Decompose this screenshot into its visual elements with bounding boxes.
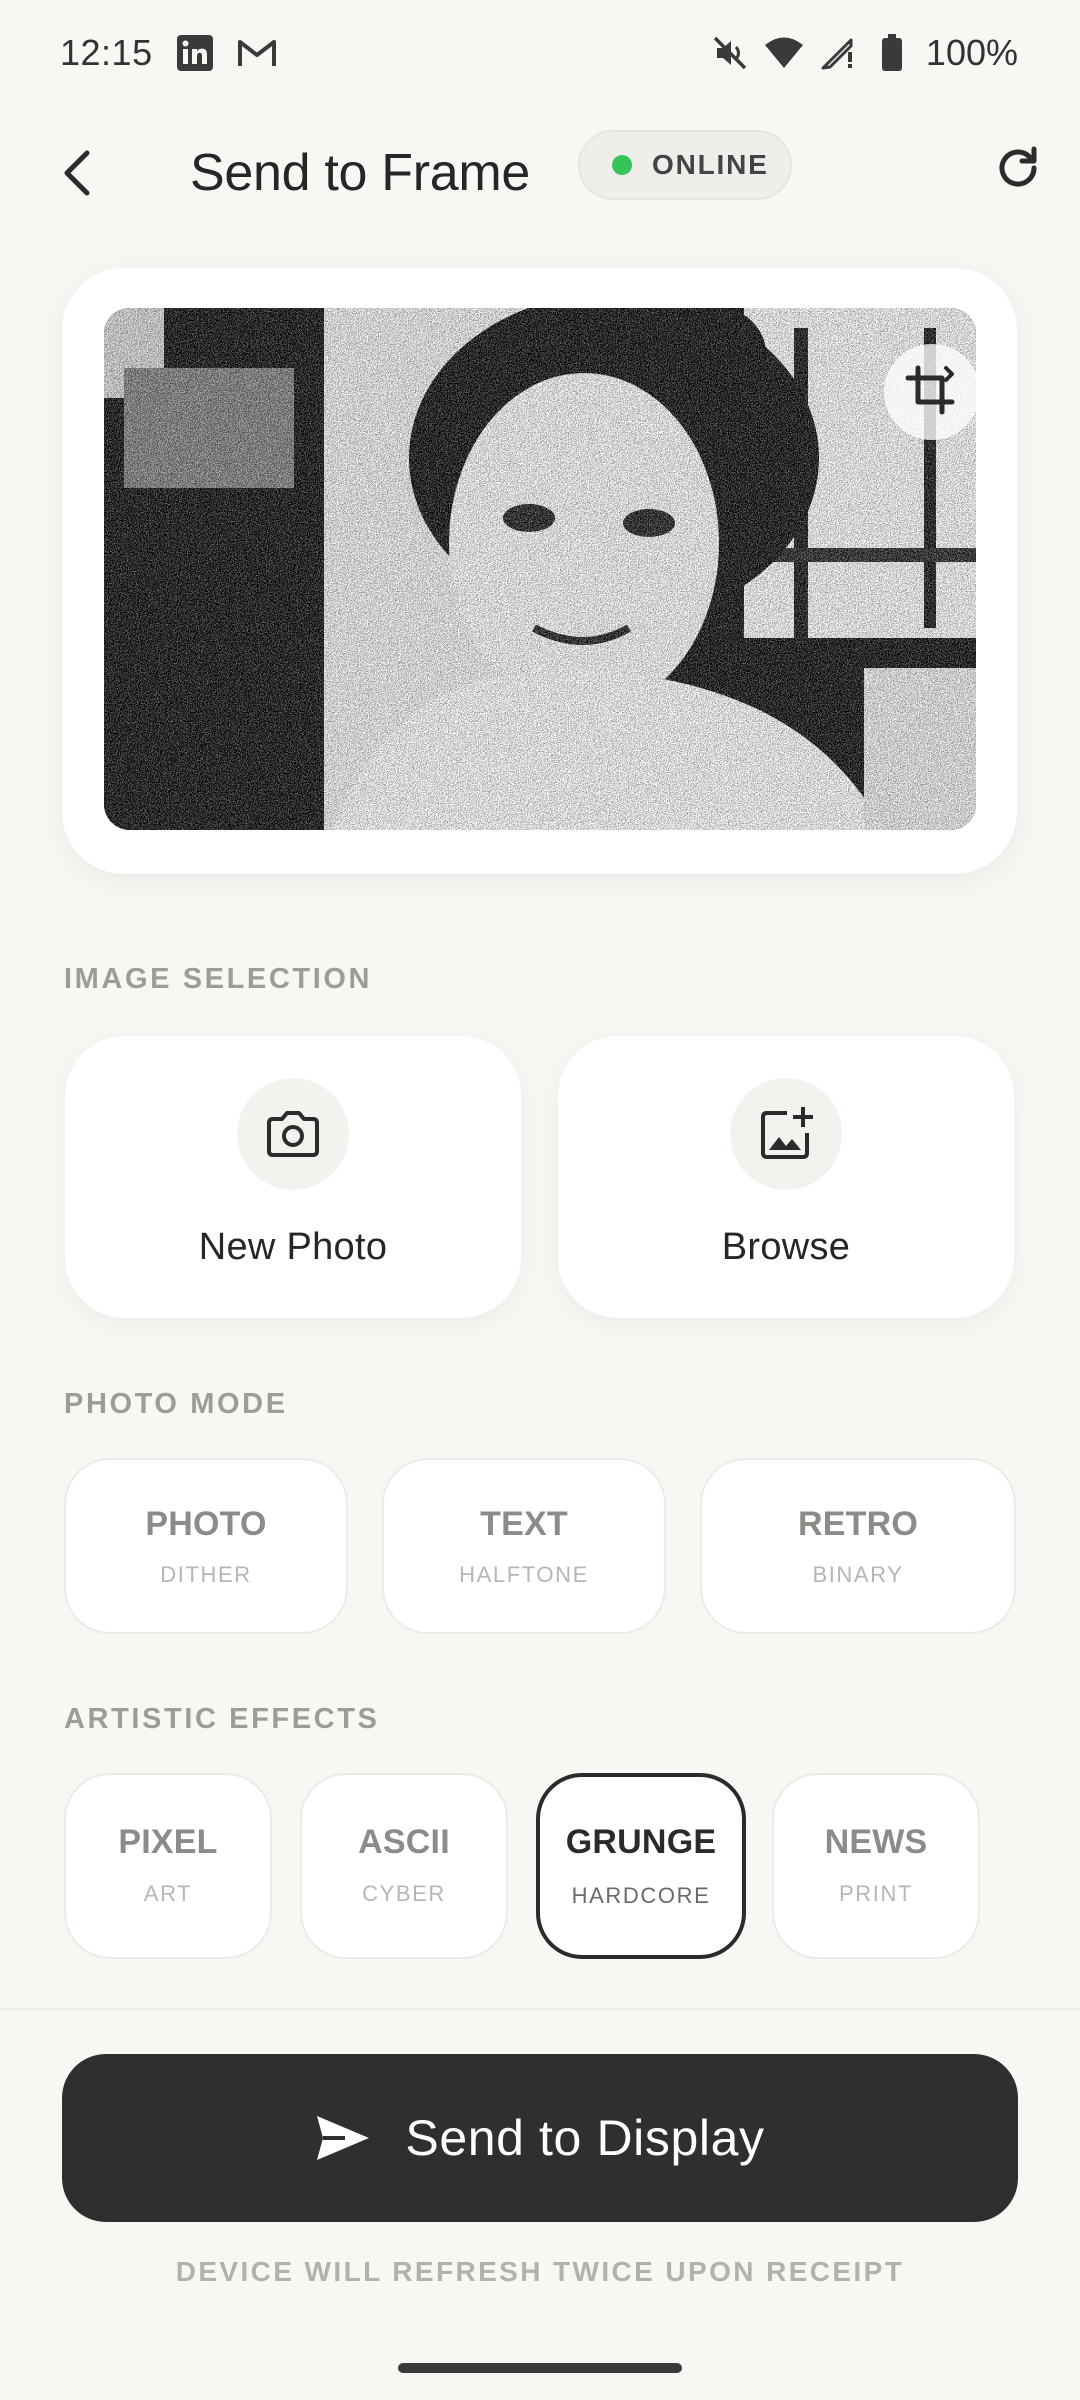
add-image-icon	[761, 1107, 813, 1159]
mode-subtitle: HALFTONE	[459, 1562, 589, 1587]
crop-button[interactable]	[884, 344, 976, 440]
battery-icon	[872, 33, 912, 73]
status-bar-left: 12:15	[60, 32, 277, 74]
connection-status-badge: ONLINE	[578, 130, 792, 200]
effect-title: GRUNGE	[565, 1823, 717, 1861]
home-indicator[interactable]	[398, 2363, 682, 2373]
status-time: 12:15	[60, 31, 153, 73]
signal-icon	[818, 33, 858, 73]
status-bar: 12:15 100%	[0, 0, 1080, 105]
effect-ascii-cyber[interactable]: ASCII CYBER	[300, 1773, 508, 1959]
effect-subtitle: ART	[143, 1881, 193, 1906]
browse-button[interactable]: Browse	[558, 1036, 1014, 1318]
wifi-icon	[764, 33, 804, 73]
effect-title: NEWS	[824, 1823, 928, 1861]
effect-grunge-hardcore[interactable]: GRUNGE HARDCORE	[536, 1773, 746, 1959]
mode-photo-dither[interactable]: PHOTO DITHER	[64, 1458, 348, 1634]
status-bar-right: 100%	[710, 32, 1018, 74]
effect-subtitle: HARDCORE	[571, 1883, 711, 1908]
effect-pixel-art[interactable]: PIXEL ART	[64, 1773, 272, 1959]
mode-subtitle: BINARY	[812, 1562, 904, 1587]
new-photo-label: New Photo	[198, 1226, 388, 1268]
mode-retro-binary[interactable]: RETRO BINARY	[700, 1458, 1016, 1634]
effect-subtitle: PRINT	[839, 1881, 913, 1906]
effect-title: PIXEL	[118, 1823, 218, 1861]
mode-title: RETRO	[798, 1505, 918, 1543]
mode-title: TEXT	[480, 1505, 568, 1543]
mode-subtitle: DITHER	[160, 1562, 252, 1587]
page-title: Send to Frame	[190, 144, 531, 202]
image-selection-header: IMAGE SELECTION	[64, 963, 373, 995]
mute-icon	[710, 33, 750, 73]
send-to-display-label: Send to Display	[405, 2110, 765, 2166]
refresh-notice: DEVICE WILL REFRESH TWICE UPON RECEIPT	[175, 2256, 905, 2287]
photo-mode-header: PHOTO MODE	[64, 1388, 288, 1420]
top-app-bar: Send to Frame ONLINE	[0, 118, 1080, 228]
mode-title: PHOTO	[145, 1505, 267, 1543]
image-preview-card	[62, 268, 1017, 874]
effect-title: ASCII	[358, 1823, 450, 1861]
dithered-preview-image[interactable]	[104, 308, 976, 830]
chevron-left-icon	[64, 150, 90, 196]
refresh-icon	[999, 146, 1037, 187]
linkedin-icon	[175, 33, 215, 73]
camera-icon	[267, 1111, 319, 1157]
mode-text-halftone[interactable]: TEXT HALFTONE	[382, 1458, 666, 1634]
battery-percentage: 100%	[925, 31, 1018, 73]
browse-label: Browse	[721, 1226, 851, 1268]
browse-icon-circle	[730, 1078, 842, 1190]
connection-status-label: ONLINE	[652, 149, 769, 180]
new-photo-button[interactable]: New Photo	[65, 1036, 521, 1318]
gmail-icon	[237, 33, 277, 73]
artistic-effects-header: ARTISTIC EFFECTS	[64, 1703, 380, 1735]
send-to-display-button[interactable]: Send to Display	[62, 2054, 1018, 2222]
online-status-dot	[612, 155, 632, 175]
effect-news-print[interactable]: NEWS PRINT	[772, 1773, 980, 1959]
refresh-button[interactable]	[988, 138, 1048, 198]
new-photo-icon-circle	[237, 1078, 349, 1190]
back-button[interactable]	[48, 140, 108, 206]
send-icon	[317, 2116, 370, 2160]
crop-icon	[905, 365, 955, 415]
effect-subtitle: CYBER	[362, 1881, 446, 1906]
